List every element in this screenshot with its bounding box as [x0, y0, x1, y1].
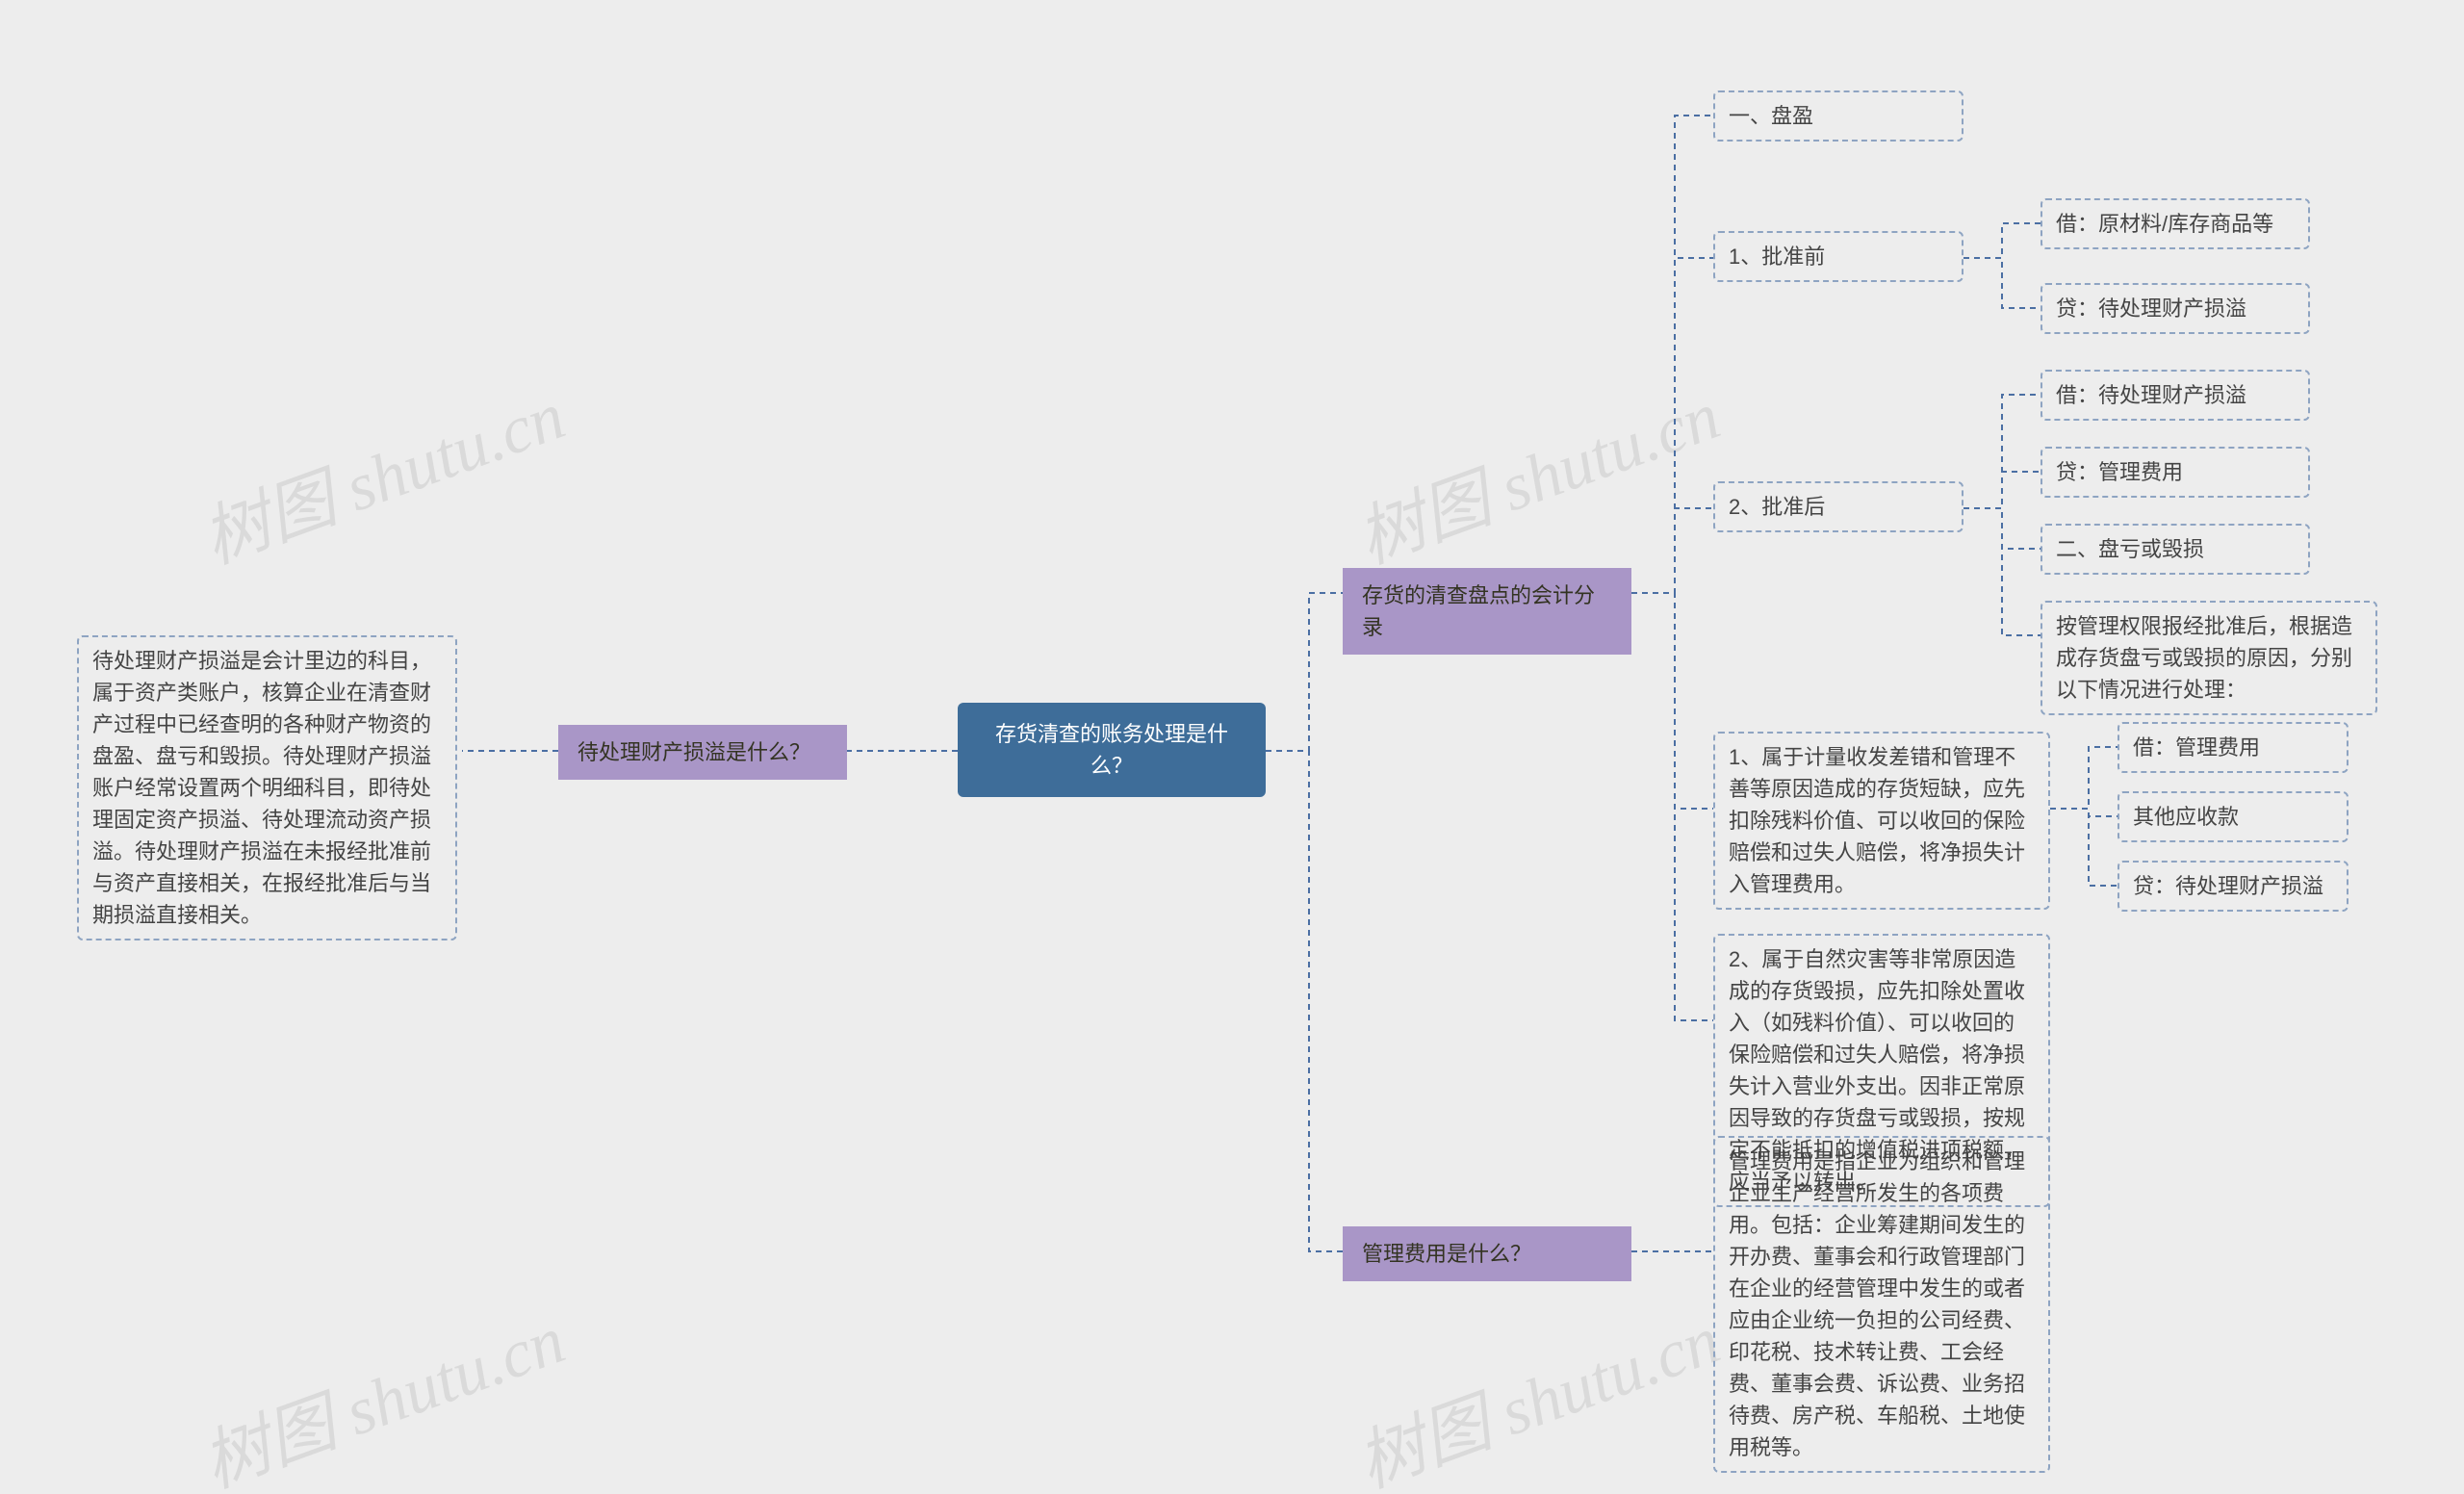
watermark: 树图 shutu.cn [188, 1286, 577, 1494]
leaf-other-receivables: 其他应收款 [2118, 791, 2348, 842]
watermark: 树图 shutu.cn [188, 362, 577, 582]
branch-inventory-entries[interactable]: 存货的清查盘点的会计分录 [1343, 568, 1631, 655]
leaf-debit-admin-exp: 借：管理费用 [2118, 722, 2348, 773]
branch-pending-property[interactable]: 待处理财产损溢是什么？ [558, 725, 847, 780]
leaf-credit-pending: 贷：待处理财产损溢 [2040, 283, 2310, 334]
leaf-debit-raw-materials: 借：原材料/库存商品等 [2040, 198, 2310, 249]
leaf-surplus-heading: 一、盘盈 [1713, 90, 1964, 142]
leaf-shortage-heading: 二、盘亏或毁损 [2040, 524, 2310, 575]
leaf-approval-instruction: 按管理权限报经批准后，根据造成存货盘亏或毁损的原因，分别以下情况进行处理： [2040, 601, 2377, 715]
leaf-after-approval: 2、批准后 [1713, 481, 1964, 532]
watermark: 树图 shutu.cn [1343, 362, 1732, 582]
leaf-credit-pending-2: 贷：待处理财产损溢 [2118, 861, 2348, 912]
mindmap-canvas: 树图 shutu.cn 树图 shutu.cn 树图 shutu.cn 树图 s… [0, 0, 2464, 1494]
leaf-admin-expense-desc: 管理费用是指企业为组织和管理企业生产经营所发生的各项费用。包括：企业筹建期间发生… [1713, 1136, 2050, 1473]
leaf-pending-property-desc: 待处理财产损溢是会计里边的科目，属于资产类账户，核算企业在清查财产过程中已经查明… [77, 635, 457, 940]
root-node[interactable]: 存货清查的账务处理是什么？ [958, 703, 1266, 797]
branch-admin-expense[interactable]: 管理费用是什么？ [1343, 1226, 1631, 1281]
leaf-credit-admin-exp: 贷：管理费用 [2040, 447, 2310, 498]
watermark: 树图 shutu.cn [1343, 1286, 1732, 1494]
leaf-debit-pending: 借：待处理财产损溢 [2040, 370, 2310, 421]
leaf-measurement-error: 1、属于计量收发差错和管理不善等原因造成的存货短缺，应先扣除残料价值、可以收回的… [1713, 732, 2050, 910]
leaf-before-approval: 1、批准前 [1713, 231, 1964, 282]
